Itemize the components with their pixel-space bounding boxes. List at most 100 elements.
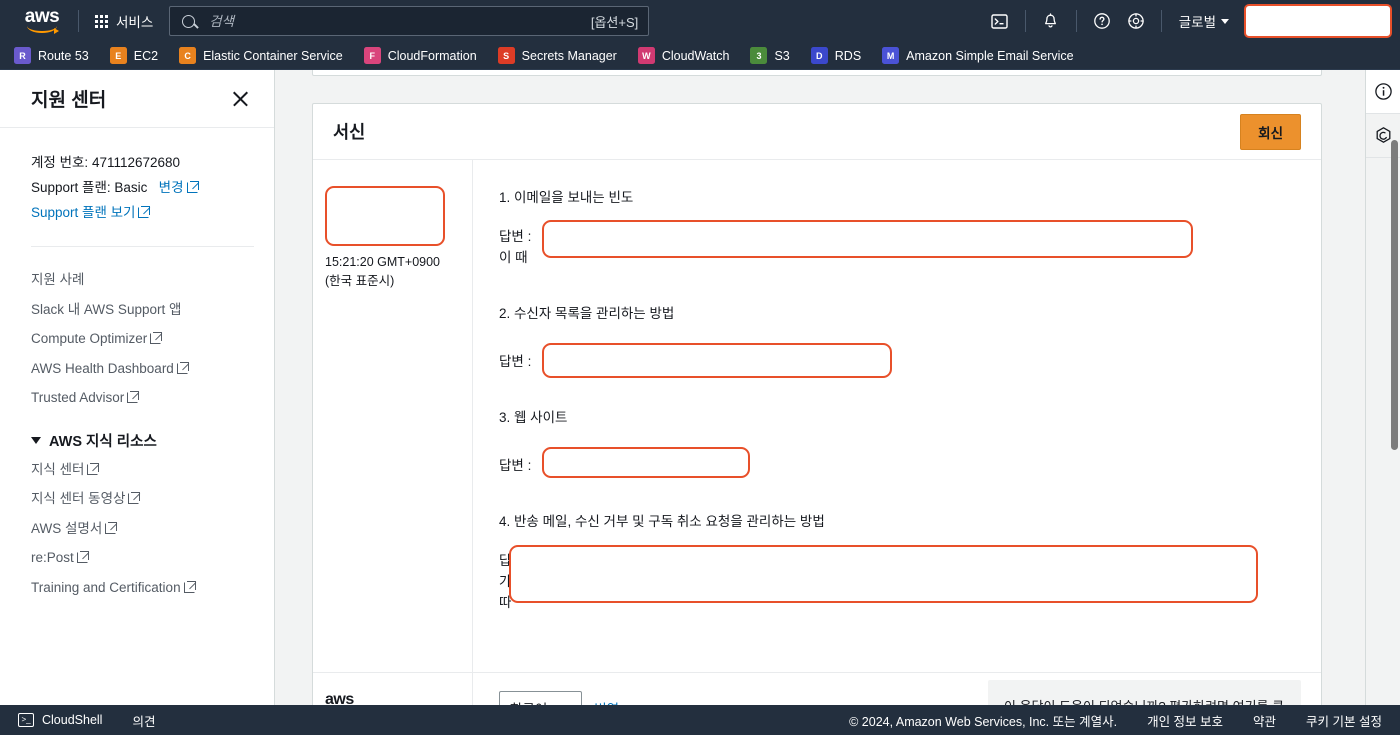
nav-divider-3 xyxy=(1075,10,1077,32)
favorite-service-8[interactable]: M Amazon Simple Email Service xyxy=(882,47,1084,64)
search-shortcut-hint: [옵션+S] xyxy=(590,14,639,30)
sidebar-group-item-1[interactable]: 지식 센터 동영상 xyxy=(31,484,254,514)
help-question-icon[interactable] xyxy=(1085,4,1119,38)
external-link-icon xyxy=(176,361,190,374)
message-body: 1. 이메일을 보내는 빈도 답변 : 이 때 2. 수신자 목록을 관리하는 … xyxy=(473,160,1321,672)
notifications-bell-icon[interactable] xyxy=(1034,4,1068,38)
question-4-text: 4. 반송 메일, 수신 거부 및 구독 취소 요청을 관리하는 방법 xyxy=(499,514,825,529)
favorite-service-3[interactable]: F CloudFormation xyxy=(363,47,488,64)
nav-divider-4 xyxy=(1160,10,1162,32)
search-input[interactable] xyxy=(209,13,591,29)
service-icon: E xyxy=(109,47,127,64)
sidebar-item-label: re:Post xyxy=(31,550,74,565)
service-icon: D xyxy=(810,47,828,64)
sidebar-item-1[interactable]: Slack 내 AWS Support 앱 xyxy=(31,295,254,325)
sidebar-item-label: Training and Certification xyxy=(31,579,181,595)
support-center-sidebar: 지원 센터 계정 번호: 471112672680 Support 플랜: Ba… xyxy=(0,70,275,719)
search-icon xyxy=(182,14,196,28)
info-icon[interactable] xyxy=(1366,70,1400,114)
cloudshell-launch-button[interactable]: >_ CloudShell xyxy=(18,713,102,727)
external-link-icon xyxy=(128,492,141,504)
favorite-service-0[interactable]: R Route 53 xyxy=(14,47,100,64)
aws-logo[interactable]: aws xyxy=(14,7,70,34)
sidebar-group-item-2[interactable]: AWS 설명서 xyxy=(31,514,254,544)
favorite-service-4[interactable]: S Secrets Manager xyxy=(497,47,628,64)
sidebar-item-0[interactable]: 지원 사례 xyxy=(31,265,254,295)
change-plan-link[interactable]: 변경 xyxy=(159,180,199,195)
sidebar-body: 계정 번호: 471112672680 Support 플랜: Basic 변경… xyxy=(0,128,274,602)
external-link-icon xyxy=(186,181,199,193)
service-icon: S xyxy=(497,47,515,64)
sidebar-item-3[interactable]: AWS Health Dashboard xyxy=(31,354,254,384)
external-link-icon xyxy=(183,580,197,593)
answer-2-redaction xyxy=(542,343,892,378)
aws-console-page: aws 서비스 [옵션+S] xyxy=(0,0,1400,735)
privacy-link[interactable]: 개인 정보 보호 xyxy=(1147,711,1223,730)
triangle-down-icon xyxy=(31,436,41,444)
sidebar-item-label: AWS Health Dashboard xyxy=(31,360,174,376)
sidebar-divider xyxy=(31,246,254,247)
sender-name-redacted xyxy=(325,186,445,246)
favorite-services-bar: R Route 53 E EC2 C Elastic Container Service F… xyxy=(0,42,1400,70)
message-timestamp: 15:21:20 GMT+0900 (한국 표준시) xyxy=(325,255,441,288)
page-footer: >_ CloudShell 의견 © 2024, Amazon Web Serv… xyxy=(0,705,1400,735)
external-link-icon xyxy=(138,206,151,218)
sidebar-item-label: AWS 설명서 xyxy=(31,520,103,536)
vertical-scrollbar-thumb[interactable] xyxy=(1391,140,1398,450)
settings-gear-icon[interactable] xyxy=(1119,4,1153,38)
support-plan-line: Support 플랜: Basic 변경 xyxy=(31,175,254,200)
service-label: Amazon Simple Email Service xyxy=(906,48,1074,63)
sidebar-group-links-list: 지식 센터지식 센터 동영상 AWS 설명서 re:Post Training and… xyxy=(31,455,254,603)
region-selector-button[interactable]: 글로벌 xyxy=(1170,5,1238,37)
service-icon: C xyxy=(179,47,197,64)
cloudshell-icon[interactable] xyxy=(983,4,1017,38)
view-support-plan-link[interactable]: Support 플랜 보기 xyxy=(31,205,151,220)
services-menu-button[interactable]: 서비스 xyxy=(87,5,161,37)
favorite-service-1[interactable]: E EC2 xyxy=(109,47,169,64)
question-1-text: 1. 이메일을 보내는 빈도 xyxy=(499,190,634,205)
question-3-text: 3. 웹 사이트 xyxy=(499,410,568,425)
sidebar-group-item-0[interactable]: 지식 센터 xyxy=(31,455,254,485)
account-number-label: 계정 번호: xyxy=(31,155,89,170)
reply-button[interactable]: 회신 xyxy=(1240,113,1301,150)
sidebar-group-aws-knowledge[interactable]: AWS 지식 리소스 xyxy=(31,430,254,451)
favorite-service-6[interactable]: 3 S3 xyxy=(750,47,800,64)
cookie-preferences-link[interactable]: 쿠키 기본 설정 xyxy=(1306,711,1382,730)
external-link-icon xyxy=(76,551,90,563)
sidebar-item-2[interactable]: Compute Optimizer xyxy=(31,324,254,354)
service-label: RDS xyxy=(834,48,862,63)
sidebar-item-label: 지원 사례 xyxy=(31,272,85,287)
terms-link[interactable]: 약관 xyxy=(1253,711,1276,730)
answer-4-redaction xyxy=(509,545,1258,603)
feedback-link[interactable]: 의견 xyxy=(132,711,155,730)
nav-divider-2 xyxy=(1024,10,1026,32)
account-menu-redacted[interactable] xyxy=(1244,4,1392,38)
sidebar-item-4[interactable]: Trusted Advisor xyxy=(31,383,254,413)
copyright-text: © 2024, Amazon Web Services, Inc. 또는 계열사… xyxy=(849,714,1118,729)
external-link-icon xyxy=(150,332,163,344)
sidebar-item-label: 지식 센터 동영상 xyxy=(31,491,126,506)
service-label: CloudFormation xyxy=(387,48,477,63)
main-content-area: 서신 회신 15:21:20 GMT+0900 (한국 표준시) 1. 이메일을… xyxy=(275,70,1365,719)
favorite-service-5[interactable]: W CloudWatch xyxy=(637,47,741,64)
global-search-box[interactable]: [옵션+S] xyxy=(169,6,650,36)
service-label: S3 xyxy=(774,48,790,63)
aws-smile-icon xyxy=(27,26,59,34)
sidebar-item-label: Trusted Advisor xyxy=(31,390,125,405)
favorite-service-2[interactable]: C Elastic Container Service xyxy=(179,47,354,64)
account-number-value: 471112672680 xyxy=(91,155,181,170)
answer-1-redaction xyxy=(542,220,1193,258)
favorite-service-7[interactable]: D RDS xyxy=(810,47,872,64)
services-menu-label: 서비스 xyxy=(116,15,154,30)
top-nav-right-cluster: 글로벌 xyxy=(983,0,1400,42)
sidebar-group-item-3[interactable]: re:Post xyxy=(31,543,254,573)
external-link-icon xyxy=(127,391,140,403)
cloudshell-label: CloudShell xyxy=(42,713,103,727)
service-label: EC2 xyxy=(133,48,159,63)
sidebar-group-item-4[interactable]: Training and Certification xyxy=(31,573,254,603)
top-navigation-bar: aws 서비스 [옵션+S] xyxy=(0,0,1400,42)
region-label: 글로벌 xyxy=(1178,15,1216,30)
question-2-text: 2. 수신자 목록을 관리하는 방법 xyxy=(499,306,675,321)
previous-card-peek xyxy=(312,70,1322,76)
close-icon[interactable] xyxy=(230,88,252,110)
